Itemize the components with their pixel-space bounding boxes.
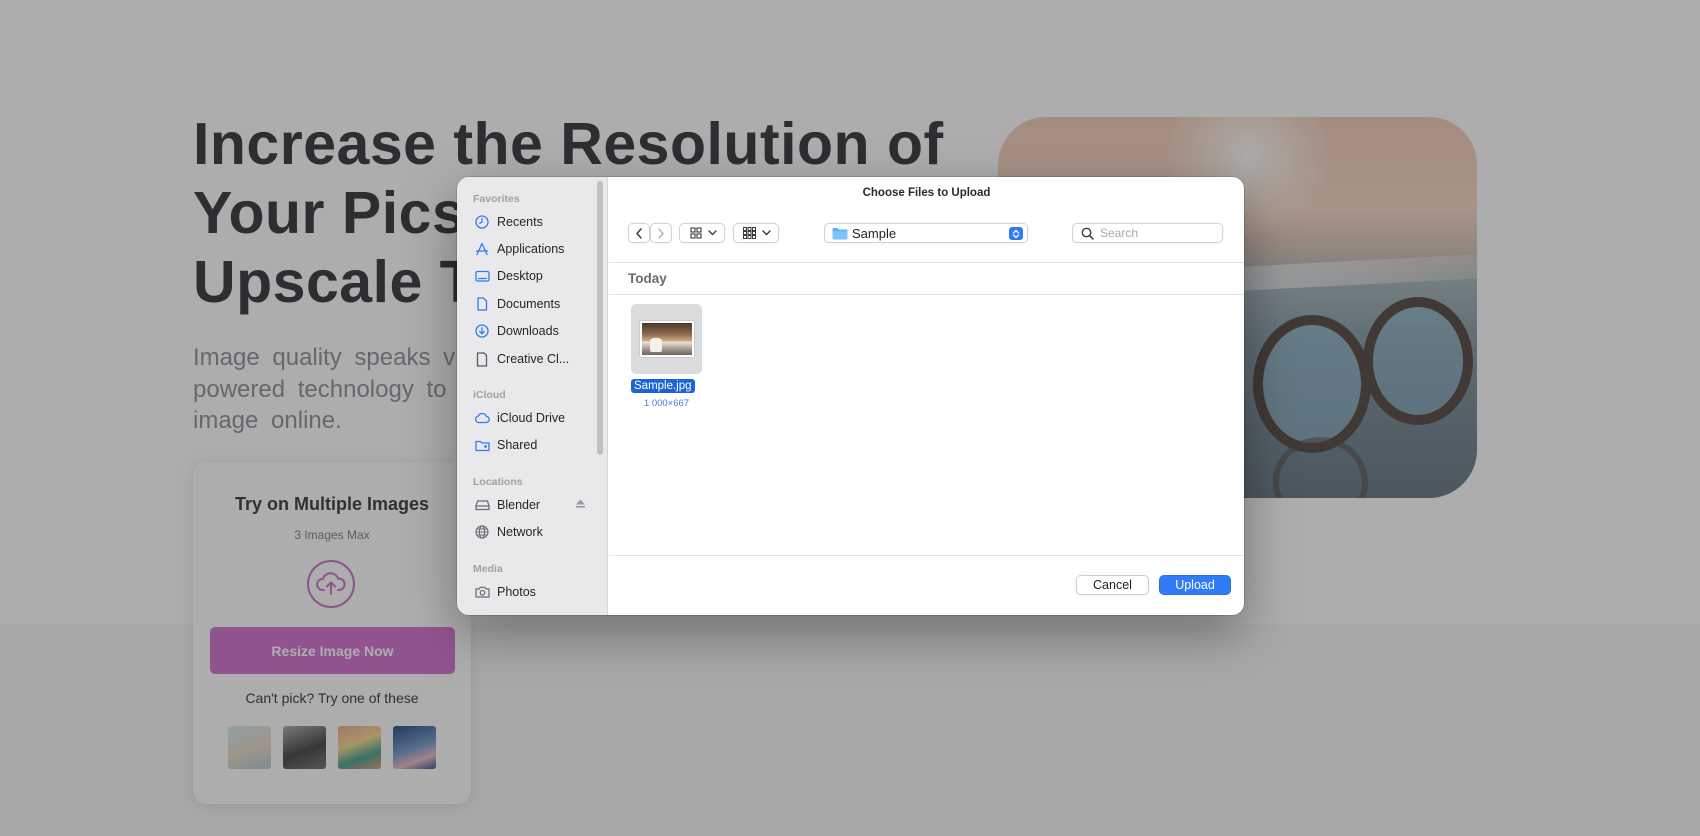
sidebar-section-favorites: Favorites [473, 193, 520, 205]
sidebar-scrollbar[interactable] [597, 181, 603, 455]
sidebar-item-shared[interactable]: Shared [474, 434, 596, 456]
sidebar-item-label: Shared [497, 438, 538, 452]
sidebar-item-downloads[interactable]: Downloads [474, 320, 596, 342]
sidebar-item-blender[interactable]: Blender [474, 494, 596, 516]
sidebar-item-label: Documents [497, 297, 561, 311]
sidebar-item-icloud-drive[interactable]: iCloud Drive [474, 407, 596, 429]
sidebar-section-icloud: iCloud [473, 389, 506, 401]
file-icon [474, 351, 490, 367]
back-button[interactable] [628, 223, 650, 243]
desktop-icon [474, 268, 490, 284]
sidebar-section-locations: Locations [473, 476, 523, 488]
location-select[interactable]: Sample [824, 223, 1028, 243]
chevron-left-icon [636, 227, 642, 239]
sidebar-item-label: iCloud Drive [497, 411, 566, 425]
chevron-right-icon [658, 227, 664, 239]
sidebar-item-label: Photos [497, 585, 536, 599]
file-name: Sample.jpg [631, 379, 695, 393]
sidebar-item-label: Applications [497, 242, 565, 256]
file-thumbnail [640, 321, 694, 357]
file-upload-dialog: Favorites Recents Applications Desktop D… [457, 177, 1244, 615]
drive-icon [474, 497, 490, 513]
file-dimensions: 1 000×667 [643, 398, 690, 409]
sidebar-item-documents[interactable]: Documents [474, 293, 596, 315]
icon-grid-icon [690, 227, 702, 239]
camera-icon [474, 584, 490, 600]
sidebar-item-desktop[interactable]: Desktop [474, 265, 596, 287]
cancel-button[interactable]: Cancel [1076, 575, 1149, 595]
location-select-value: Sample [852, 225, 897, 241]
view-mode-button[interactable] [679, 223, 725, 243]
footer-divider [609, 555, 1244, 556]
group-divider [609, 294, 1244, 295]
dialog-sidebar: Favorites Recents Applications Desktop D… [457, 177, 608, 615]
sidebar-item-label: Network [497, 525, 543, 539]
eject-icon[interactable] [575, 498, 586, 512]
download-icon [474, 323, 490, 339]
toolbar-divider [609, 262, 1244, 263]
sidebar-item-label: Recents [497, 215, 543, 229]
applications-icon [474, 241, 490, 257]
sidebar-item-creative-cloud[interactable]: Creative Cl... [474, 348, 596, 370]
search-icon [1081, 227, 1094, 240]
dialog-title: Choose Files to Upload [862, 187, 991, 199]
sidebar-item-label: Downloads [497, 324, 559, 338]
forward-button[interactable] [650, 223, 672, 243]
group-grid-icon [743, 227, 756, 239]
shared-folder-icon [474, 437, 490, 453]
search-input[interactable] [1100, 226, 1210, 240]
sidebar-item-photos[interactable]: Photos [474, 581, 596, 603]
chevron-down-icon [762, 230, 771, 236]
group-header-today: Today [628, 271, 667, 286]
upload-button[interactable]: Upload [1159, 575, 1231, 595]
search-field[interactable] [1072, 223, 1223, 243]
folder-icon [832, 227, 848, 239]
clock-icon [474, 214, 490, 230]
sidebar-item-label: Blender [497, 498, 541, 512]
sidebar-item-network[interactable]: Network [474, 521, 596, 543]
sidebar-section-media: Media [473, 563, 503, 575]
globe-icon [474, 524, 490, 540]
sidebar-item-recents[interactable]: Recents [474, 211, 596, 233]
dialog-main: Choose Files to Upload Sample Today [609, 177, 1244, 615]
document-icon [474, 296, 490, 312]
group-by-button[interactable] [733, 223, 779, 243]
sidebar-item-label: Creative Cl... [497, 352, 570, 366]
sidebar-item-applications[interactable]: Applications [474, 238, 596, 260]
cloud-icon [474, 410, 490, 426]
sidebar-item-label: Desktop [497, 269, 543, 283]
chevron-down-icon [708, 230, 717, 236]
up-down-chevron-icon [1009, 227, 1023, 240]
